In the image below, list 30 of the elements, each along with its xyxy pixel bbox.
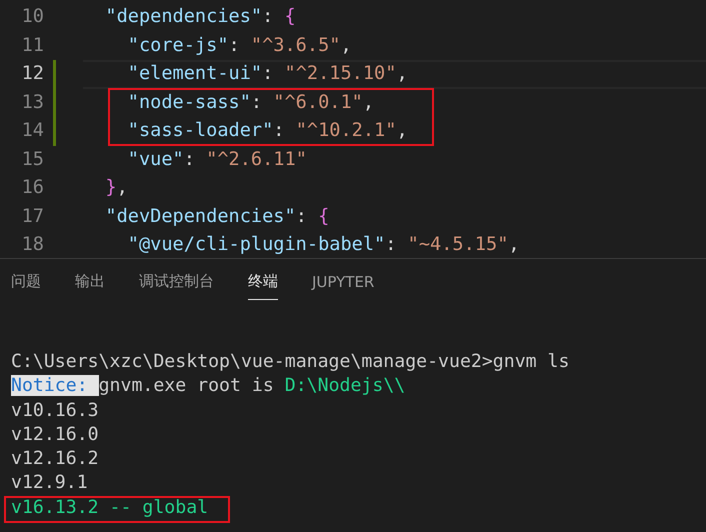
line-number: 16 [20, 176, 44, 200]
code-line: }, [104, 176, 129, 200]
line-number: 12 [20, 62, 44, 86]
terminal-line: Notice: gnvm.exe root is D:\Nodejs\\ [11, 375, 406, 396]
line-number: 13 [20, 90, 44, 114]
line-number: 18 [20, 233, 44, 257]
line-number: 15 [20, 148, 44, 172]
terminal-line: v10.16.3 [11, 400, 99, 421]
panel-tab[interactable]: 问题 [11, 262, 41, 300]
code-line: "sass-loader": "^10.2.1", [126, 119, 409, 143]
line-number: 14 [20, 119, 44, 143]
panel-tab[interactable]: 调试控制台 [139, 262, 214, 300]
line-number: 17 [20, 204, 44, 228]
terminal-line: C:\Users\xzc\Desktop\vue-manage\manage-vue2>gnvm ls [11, 351, 570, 372]
code-line: "element-ui": "^2.15.10", [83, 60, 706, 88]
code-line: "@vue/cli-plugin-babel": "~4.5.15", [126, 233, 521, 257]
terminal-line: v12.9.1 [11, 472, 88, 494]
line-number: 11 [20, 34, 44, 58]
code-line: "devDependencies": { [104, 204, 330, 228]
terminal-line: v16.13.2 -- global [11, 496, 208, 518]
panel-tab[interactable]: 终端 [248, 262, 278, 300]
terminal-line: v12.16.0 [11, 424, 99, 445]
terminal-line: v12.16.2 [11, 448, 99, 470]
panel-tab[interactable]: 输出 [75, 262, 105, 300]
line-number: 10 [20, 5, 44, 29]
code-line: "dependencies": { [104, 5, 297, 29]
panel-tab[interactable]: JUPYTER [312, 262, 374, 300]
code-line: "node-sass": "^6.0.1", [126, 90, 376, 114]
code-line: "vue": "^2.6.11" [126, 148, 308, 172]
code-line: "core-js": "^3.6.5", [126, 34, 353, 58]
